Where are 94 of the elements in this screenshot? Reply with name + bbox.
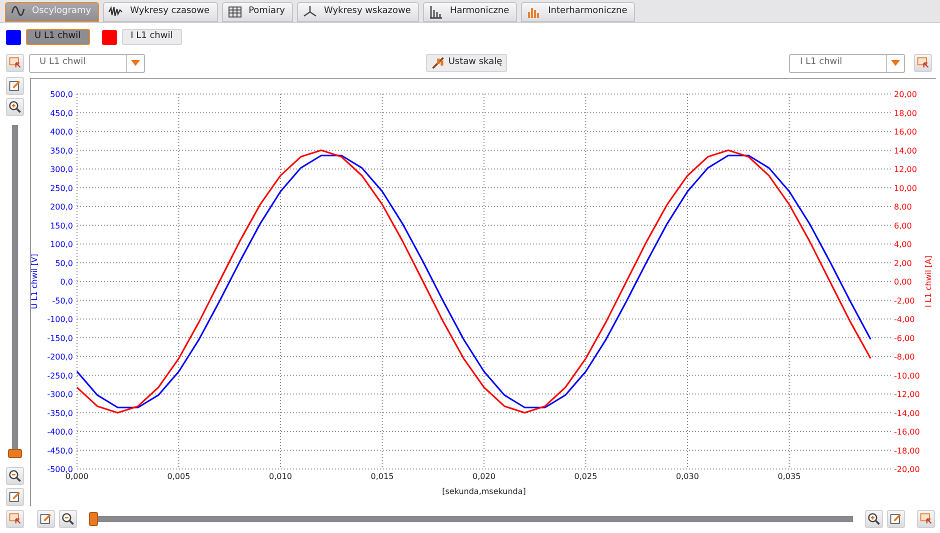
zoom-in-button[interactable] [6, 98, 24, 116]
selection-icon [919, 512, 933, 526]
axis-tick-label: 0,025 [574, 472, 598, 481]
dropdown-caret-icon [130, 60, 140, 66]
zoom-in-icon [866, 512, 880, 526]
axis-tick-label: -18,00 [894, 446, 920, 456]
axis-tick-label: -2,00 [894, 296, 915, 306]
axis-tick-label: 0,010 [269, 472, 292, 481]
axis-tick-label: 0,005 [167, 472, 190, 481]
scale-button[interactable]: Ustaw skalę [426, 54, 508, 72]
dropdown[interactable]: I L1 chwil [789, 54, 905, 72]
axis-tick-label: 250,0 [50, 184, 73, 193]
zoom-out-icon [60, 512, 74, 526]
selection-button[interactable] [914, 54, 932, 72]
axis-tick-label: 350,0 [50, 146, 73, 156]
axis-tick-label: 450,0 [50, 108, 73, 118]
axis-tick-label: -200,0 [47, 352, 73, 362]
dropdown[interactable]: U L1 chwil [28, 54, 144, 72]
axis-tick-label: 0,000 [66, 472, 88, 481]
axis-tick-label: 200,0 [50, 202, 73, 212]
axis-tick-label: 4,00 [894, 240, 912, 249]
selection-icon [916, 56, 930, 70]
axis-tick-label: 0,020 [472, 472, 496, 481]
axis-tick-label: 10,00 [894, 184, 917, 193]
zoom-out-button[interactable] [58, 510, 76, 528]
axis-tick-label: 400,0 [50, 128, 73, 136]
tab[interactable]: Wykresy czasowe [103, 2, 218, 22]
axis-tick-label: 20,00 [894, 90, 917, 99]
axis-tick-label: -250,0 [47, 371, 73, 380]
scale-icon [431, 56, 446, 70]
selection-button[interactable] [917, 510, 935, 528]
axis-title: [sekunda,msekunda] [442, 487, 526, 496]
edit-button[interactable] [6, 488, 24, 506]
axis-tick-label: 18,00 [894, 108, 917, 118]
axis-tick-label: -10,00 [894, 371, 920, 380]
selection-button[interactable] [6, 54, 24, 72]
selection-icon [8, 512, 22, 526]
zoom-in-icon [8, 100, 22, 114]
edit-icon [8, 79, 22, 93]
axis-title: U L1 chwil [V] [31, 254, 39, 310]
axis-tick-label: -100,0 [47, 315, 73, 324]
axis-tick-label: 0,0 [60, 278, 73, 286]
zoom-out-icon [8, 469, 22, 483]
axis-tick-label: 8,00 [894, 202, 912, 212]
axis-tick-label: -4,00 [894, 315, 915, 324]
axis-tick-label: 0,00 [894, 278, 912, 286]
axis-tick-label: -50,0 [52, 296, 73, 306]
selection-icon [8, 56, 22, 70]
axis-tick-label: 6,00 [894, 221, 912, 230]
axis-tick-label: 2,00 [894, 258, 912, 268]
zoom-out-button[interactable] [6, 467, 24, 485]
axis-tick-label: 50,0 [55, 258, 73, 268]
axis-tick-label: -300,0 [47, 390, 73, 399]
tab[interactable]: Interharmoniczne [521, 2, 636, 22]
axis-tick-label: -12,00 [894, 390, 920, 399]
selection-button[interactable] [6, 510, 24, 528]
axis-tick-label: -400,0 [47, 428, 73, 436]
tab[interactable]: Harmoniczne [422, 2, 518, 22]
slider-thumb[interactable] [8, 449, 22, 458]
axis-tick-label: 16,00 [894, 128, 917, 136]
axis-tick-label: -20,00 [894, 465, 920, 474]
axis-tick-label: 0,015 [370, 472, 394, 481]
axis-tick-label: 150,0 [50, 221, 73, 230]
edit-icon [38, 512, 52, 526]
axis-tick-label: -16,00 [894, 428, 920, 436]
axis-tick-label: -150,0 [47, 334, 73, 343]
axis-tick-label: -350,0 [47, 408, 73, 418]
channel-toggle[interactable]: I L1 chwil [122, 29, 182, 45]
axis-tick-label: 500,0 [50, 90, 73, 99]
axis-tick-label: -8,00 [894, 352, 915, 362]
axis-tick-label: -6,00 [894, 334, 915, 343]
axis-tick-label: 100,0 [50, 240, 73, 249]
axis-tick-label: -14,00 [894, 408, 920, 418]
axis-tick-label: -450,0 [47, 446, 73, 456]
axis-title: I L1 chwil [A] [924, 256, 933, 308]
tab[interactable]: Pomiary [222, 2, 293, 22]
axis-tick-label: 300,0 [50, 165, 73, 174]
axis-tick-label: 14,00 [894, 146, 917, 156]
zoom-in-button[interactable] [864, 510, 882, 528]
table-icon [226, 4, 243, 20]
edit-button[interactable] [6, 77, 24, 95]
axis-tick-label: 0,035 [778, 472, 801, 481]
channel-toggle[interactable]: U L1 chwil [26, 29, 90, 45]
bar-chart-icon [428, 4, 444, 20]
axis-tick-label: -500,0 [47, 465, 73, 474]
tab[interactable]: Wykresy wskazowe [296, 2, 419, 22]
edit-icon [8, 490, 22, 504]
edit-button[interactable] [36, 510, 54, 528]
axis-tick-label: 0,030 [676, 472, 699, 481]
slider-thumb[interactable] [88, 512, 98, 526]
edit-icon [888, 512, 902, 526]
edit-button[interactable] [886, 510, 904, 528]
axis-tick-label: 12,00 [894, 165, 917, 174]
dropdown-caret-icon [891, 60, 900, 66]
